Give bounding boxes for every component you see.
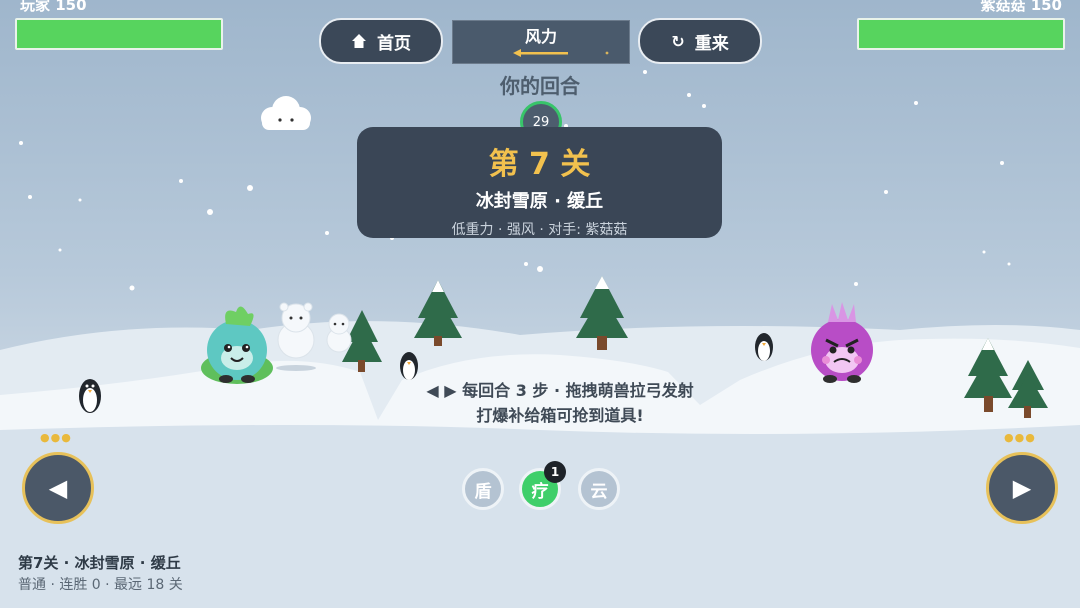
- right-stars: ●●●: [1004, 431, 1036, 444]
- restart-button[interactable]: ↻ 重来: [638, 18, 762, 64]
- wind-arrow-icon: [513, 49, 609, 57]
- left-arrow-icon: ◀: [48, 474, 68, 502]
- restart-label: 重来: [694, 33, 729, 54]
- footer-stats: 普通 · 连胜 0 · 最远 18 关: [18, 577, 183, 593]
- cloud-skill-button[interactable]: 云: [578, 468, 620, 510]
- shield-skill-button[interactable]: 盾: [462, 468, 504, 510]
- heal-skill-count-badge: 1: [544, 461, 566, 483]
- player-name: 玩家: [20, 0, 51, 14]
- heal-skill-label: 疗: [531, 481, 549, 502]
- player-hp-bar: [15, 18, 223, 50]
- enemy-hp-value: 150: [1030, 0, 1062, 14]
- pine-tree: [414, 280, 462, 346]
- home-label: 首页: [377, 33, 411, 54]
- home-button[interactable]: 首页: [319, 18, 443, 64]
- enemy-creature: [811, 302, 873, 383]
- wind-label: 风力: [524, 27, 557, 46]
- move-left-button[interactable]: ◀: [22, 452, 94, 524]
- shield-skill-label: 盾: [474, 481, 492, 502]
- house-icon: [352, 34, 366, 48]
- penguin: [755, 333, 773, 361]
- game-stage[interactable]: 玩家 150 紫菇菇 150 首页 ↻ 重来 风力 你的回合 29 第 7 关 …: [0, 0, 1080, 608]
- enemy-hp-label: 紫菇菇 150: [980, 0, 1062, 15]
- left-stars: ●●●: [40, 431, 72, 444]
- cloud-sprite: [261, 96, 311, 130]
- penguin: [79, 379, 101, 413]
- heal-skill-button[interactable]: 疗 1: [519, 461, 566, 510]
- level-name: 冰封雪原 · 缓丘: [475, 191, 604, 212]
- footer-level-info: 第7关 · 冰封雪原 · 缓丘: [18, 554, 181, 572]
- enemy-hp-bar: [857, 18, 1065, 50]
- penguin: [400, 352, 418, 380]
- player-hp-label: 玩家 150: [20, 0, 87, 15]
- tip-line-2: 打爆补给箱可抢到道具!: [476, 406, 644, 425]
- cloud-skill-label: 云: [590, 481, 608, 502]
- right-arrow-icon: ▶: [1012, 474, 1032, 502]
- turn-indicator: 你的回合: [500, 74, 580, 98]
- snowman: [326, 313, 352, 353]
- level-title: 第 7 关: [488, 147, 591, 182]
- wind-indicator: 风力: [452, 20, 630, 64]
- player-hp-value: 150: [55, 0, 87, 14]
- enemy-name: 紫菇菇: [980, 0, 1026, 14]
- move-right-button[interactable]: ▶: [986, 452, 1058, 524]
- player-creature[interactable]: [201, 306, 273, 384]
- level-details: 低重力 · 强风 · 对手: 紫菇菇: [451, 222, 628, 238]
- level-card: 第 7 关 冰封雪原 · 缓丘 低重力 · 强风 · 对手: 紫菇菇: [357, 127, 722, 238]
- tutorial-tip: ◀ ▶ 每回合 3 步 · 拖拽萌兽拉弓发射 打爆补给箱可抢到道具!: [380, 378, 740, 428]
- tip-line-1: ◀ ▶ 每回合 3 步 · 拖拽萌兽拉弓发射: [426, 381, 694, 400]
- refresh-icon: ↻: [671, 31, 685, 51]
